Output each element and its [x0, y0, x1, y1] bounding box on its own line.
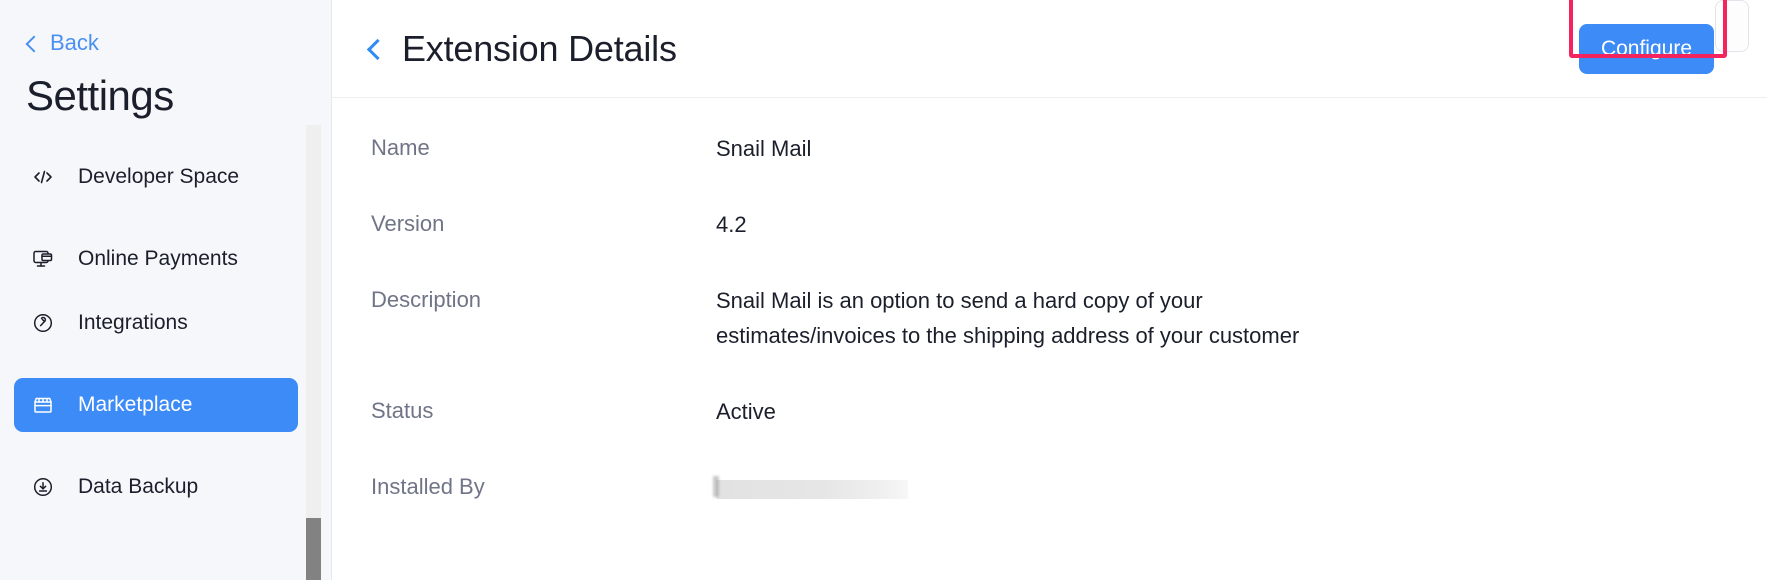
sidebar-item-label: Data Backup: [78, 475, 199, 498]
sidebar-item-developer-space[interactable]: Developer Space: [14, 150, 298, 204]
sidebar-item-label: Marketplace: [78, 393, 193, 416]
detail-label: Name: [371, 135, 430, 160]
sidebar-scrollbar-track[interactable]: [306, 125, 321, 580]
detail-row-status: Status Active: [332, 394, 1767, 429]
detail-value: Snail Mail: [716, 136, 812, 161]
plug-circle-icon: [30, 310, 56, 336]
sidebar-item-data-backup[interactable]: Data Backup: [14, 460, 298, 514]
detail-row-installed-by: Installed By: [332, 470, 1767, 505]
sidebar-item-integrations[interactable]: Integrations: [14, 296, 298, 350]
code-icon: [30, 164, 56, 190]
main-content: Extension Details Configure Name Snail M…: [332, 0, 1767, 580]
detail-label: Installed By: [371, 474, 485, 499]
detail-row-description: Description Snail Mail is an option to s…: [332, 283, 1767, 353]
chevron-left-icon: [25, 35, 43, 52]
detail-value: 4.2: [716, 212, 747, 237]
download-circle-icon: [30, 474, 56, 500]
redacted-value: [716, 479, 908, 499]
sidebar-item-label: Online Payments: [78, 247, 238, 270]
detail-label: Description: [371, 287, 482, 312]
page-title-settings: Settings: [26, 72, 174, 119]
sidebar-nav: Developer Space Online Payments Integrat…: [0, 150, 312, 524]
detail-value-redacted: [716, 470, 908, 505]
main-header: Extension Details Configure: [332, 0, 1767, 98]
header-actions: Configure: [1569, 0, 1749, 74]
page-title: Extension Details: [402, 27, 677, 69]
sidebar-scrollbar-thumb[interactable]: [306, 518, 321, 580]
monitor-payment-icon: [30, 246, 56, 272]
settings-sidebar: Back Settings Developer Space Online Pay…: [0, 0, 332, 580]
sidebar-item-label: Integrations: [78, 311, 188, 334]
sidebar-item-online-payments[interactable]: Online Payments: [14, 232, 298, 286]
chevron-left-icon: [366, 38, 389, 61]
settings-extension-details-page: Back Settings Developer Space Online Pay…: [0, 0, 1767, 580]
detail-label: Status: [371, 398, 434, 423]
header-back-control[interactable]: Extension Details: [366, 27, 677, 70]
sidebar-item-marketplace[interactable]: Marketplace: [14, 378, 298, 432]
detail-value: Snail Mail is an option to send a hard c…: [716, 288, 1300, 348]
detail-label: Version: [371, 211, 445, 236]
detail-value: Active: [716, 399, 776, 424]
extension-details-list: Name Snail Mail Version 4.2 Description …: [332, 98, 1767, 505]
offscreen-action-stub[interactable]: [1715, 0, 1749, 52]
back-label: Back: [50, 30, 99, 55]
detail-row-version: Version 4.2: [332, 207, 1767, 242]
detail-row-name: Name Snail Mail: [332, 131, 1767, 166]
sidebar-item-label: Developer Space: [78, 165, 240, 188]
back-link[interactable]: Back: [25, 30, 99, 56]
storefront-icon: [30, 392, 56, 418]
configure-button[interactable]: Configure: [1578, 23, 1714, 74]
